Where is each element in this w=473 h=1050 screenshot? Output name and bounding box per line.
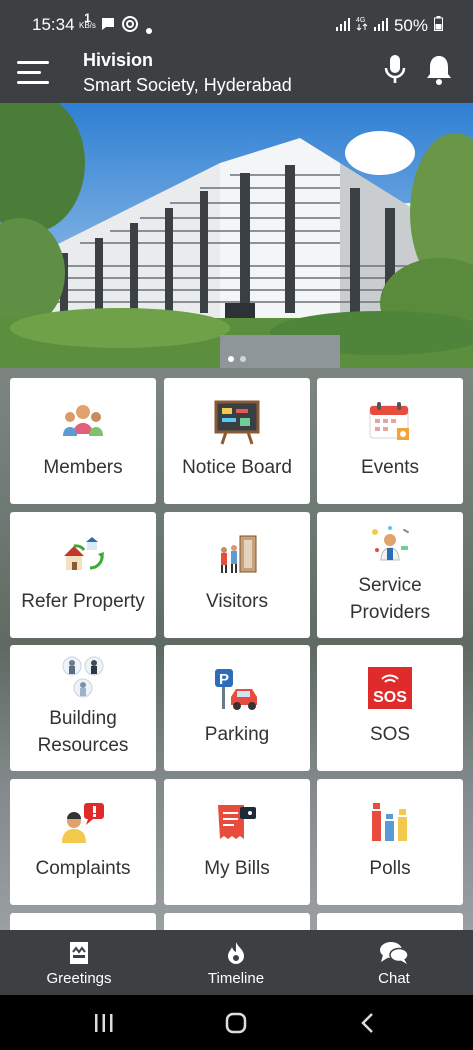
system-navigation-bar [0,995,473,1050]
notice-board-icon [214,400,260,451]
svg-text:P: P [219,671,229,688]
carousel-dot-2[interactable] [240,356,246,362]
tile-label: SOS [369,724,411,745]
more-notifications-dot-icon [146,21,152,39]
tile-label: Polls [369,858,411,879]
tile-label: Complaints [35,858,131,879]
building-resources-icon [59,655,107,706]
members-icon [61,400,105,445]
tile-refer-property[interactable]: Refer Property [10,512,156,638]
parking-icon: P [213,667,261,716]
nav-label: Chat [378,970,410,987]
tile-visitors[interactable]: Visitors [164,512,310,638]
svg-text:4G: 4G [356,17,365,24]
tile-my-bills[interactable]: My Bills [164,779,310,905]
society-subtitle[interactable]: Smart Society, Hyderabad [83,75,292,96]
tile-polls[interactable]: Polls [317,779,463,905]
nav-label: Greetings [46,970,112,987]
tile-notice-board[interactable]: Notice Board [164,378,310,504]
polls-icon [368,799,412,848]
tile-label: Events [360,457,420,478]
tile-label: Notice Board [182,457,292,478]
tile-label: Refer Property [21,591,145,612]
chat-bubbles-icon [379,940,409,971]
notification-bell-icon[interactable] [424,53,454,87]
status-right-group: 4G 50% [335,15,443,36]
net-speed-unit: KB/s [79,21,96,30]
tile-label: Parking [204,724,270,745]
carousel-dot-1[interactable] [228,356,234,362]
tile-events[interactable]: Events [317,378,463,504]
nav-timeline[interactable]: Timeline [157,930,315,995]
back-icon[interactable] [360,1012,374,1039]
recent-apps-icon[interactable] [93,1014,115,1037]
tile-label: My Bills [204,858,270,879]
tile-service-providers[interactable]: Service Providers [317,512,463,638]
tile-label: Visitors [206,591,268,612]
net-speed-indicator: 1 KB/s [79,12,96,30]
sos-icon-text: SOS [373,689,407,706]
tile-label: Members [43,457,123,478]
tile-row5-col1[interactable] [10,913,156,930]
banner-carousel[interactable] [0,103,473,368]
tile-label-line-1: Building [49,708,117,729]
tile-parking[interactable]: P Parking [164,645,310,771]
app-title: Hivision [83,50,154,70]
nav-chat[interactable]: Chat [315,930,473,995]
4g-indicator-icon: 4G [356,15,368,36]
tile-label-line-1: Service [358,575,422,596]
tile-complaints[interactable]: Complaints [10,779,156,905]
battery-percent: 50% [393,15,428,35]
events-calendar-icon [368,400,412,447]
tile-row5-col3[interactable] [317,913,463,930]
battery-icon [434,15,443,36]
building-banner-image [0,103,473,368]
message-notification-icon [100,16,116,37]
service-providers-icon [367,524,413,571]
nav-label: Timeline [207,970,265,987]
status-time: 15:34 [32,15,75,34]
app-header: Hivision Smart Society, Hyderabad [0,50,473,103]
bills-icon [214,801,260,848]
carousel-dots [228,356,246,362]
tile-sos[interactable]: SOS SOS [317,645,463,771]
home-icon[interactable] [225,1012,247,1039]
cell-signal-icon [373,16,388,36]
feature-grid: Members Notice Board Events Refer Proper… [0,368,473,930]
visitors-icon [214,534,260,583]
tile-label-line-2: Providers [349,602,431,623]
tile-label-line-2: Resources [37,735,129,756]
tile-members[interactable]: Members [10,378,156,504]
sos-icon: SOS [368,667,412,714]
bottom-navigation: Greetings Timeline Chat [0,930,473,995]
hamburger-menu-icon[interactable] [17,58,49,86]
microphone-icon[interactable] [382,53,408,87]
refer-property-icon [60,534,106,581]
status-bar: 15:34 1 KB/s 4G 50% [0,0,473,50]
nav-greetings[interactable]: Greetings [0,930,158,995]
tile-building-resources[interactable]: Building Resources [10,645,156,771]
timeline-flame-icon [225,940,247,971]
complaints-icon [60,801,106,848]
wifi-signal-icon [335,16,350,36]
sync-notification-icon [122,16,138,37]
greetings-icon [68,940,90,971]
tile-row5-col2[interactable] [164,913,310,930]
